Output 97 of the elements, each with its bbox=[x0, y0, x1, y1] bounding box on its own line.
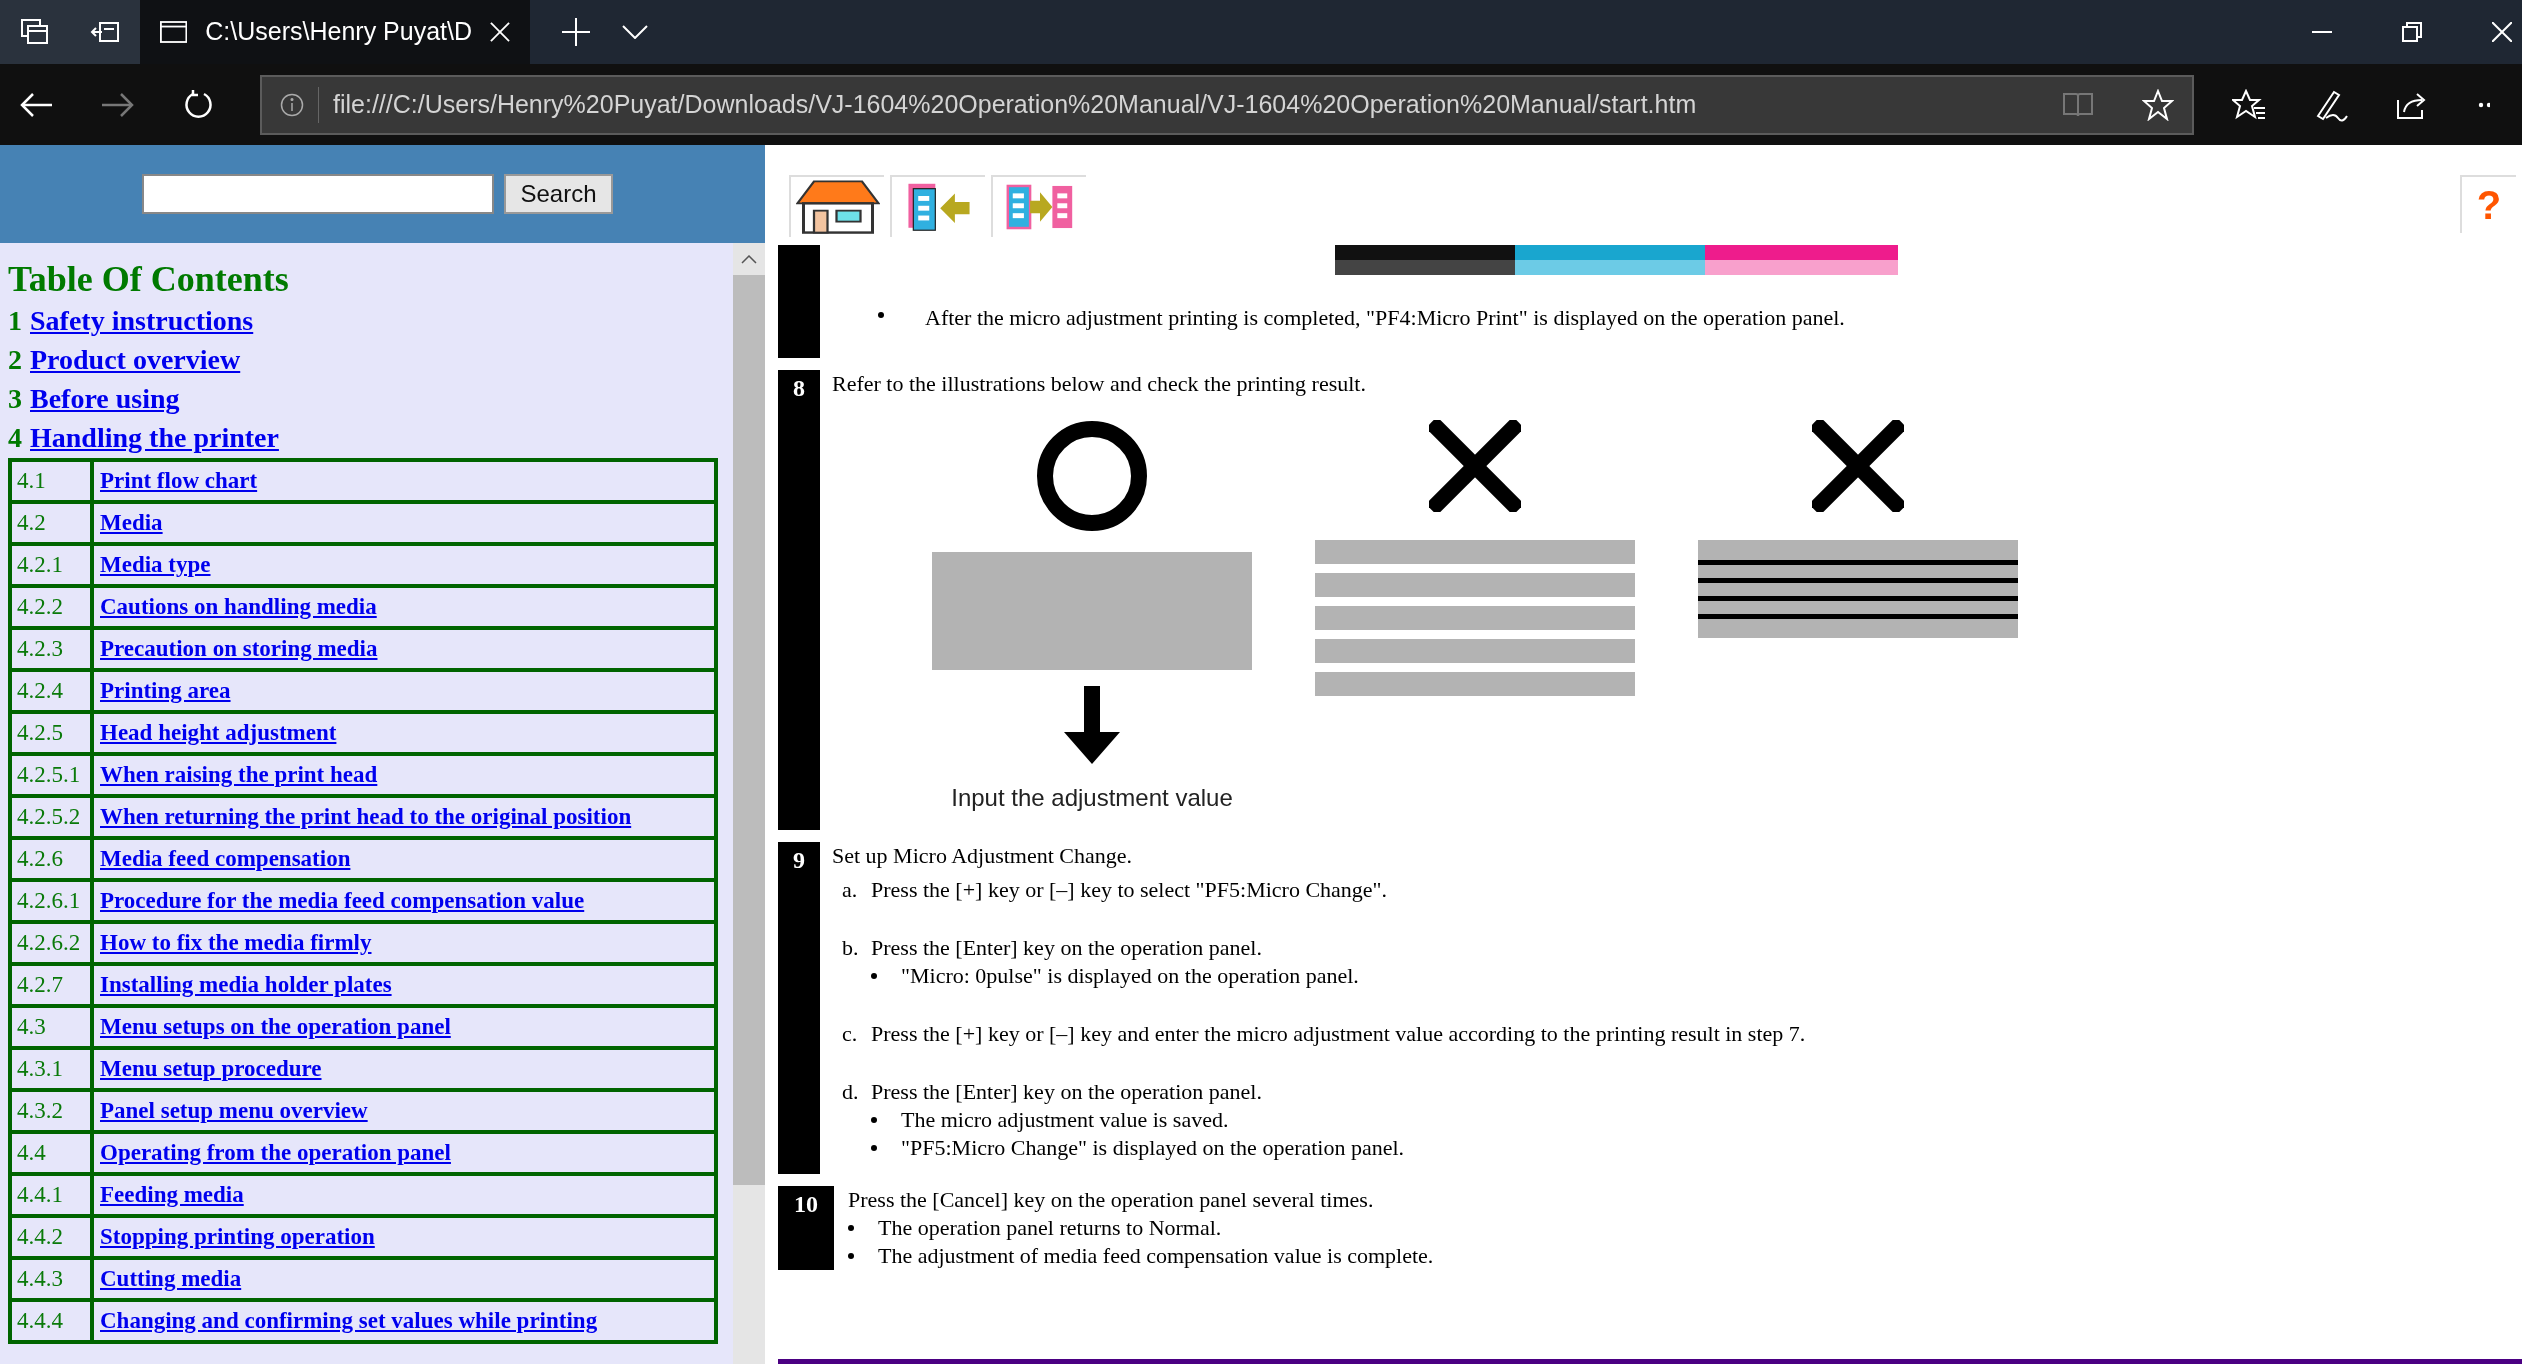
tab-title: C:\Users\Henry Puyat\D bbox=[205, 16, 472, 48]
scrollbar[interactable] bbox=[733, 243, 765, 1364]
more-icon[interactable] bbox=[2478, 101, 2490, 108]
refresh-icon[interactable] bbox=[184, 89, 214, 120]
toc-heading: Table Of Contents bbox=[8, 258, 290, 301]
new-tab-icon[interactable] bbox=[562, 18, 590, 46]
section-number: 4.2.6.1 bbox=[17, 888, 81, 913]
section-number: 4.2.1 bbox=[17, 552, 63, 577]
toc-link[interactable]: Cutting media bbox=[100, 1266, 242, 1291]
toc-link[interactable]: Feeding media bbox=[100, 1182, 244, 1207]
substep-text: Press the [Enter] key on the operation panel. bbox=[871, 934, 1262, 962]
circle-mark-icon bbox=[1036, 420, 1148, 532]
toc-link[interactable]: Safety instructions bbox=[30, 301, 254, 340]
substep-text: Press the [Enter] key on the operation panel. bbox=[871, 1078, 1262, 1106]
illustration-caption: Input the adjustment value bbox=[951, 783, 1233, 813]
toc-link[interactable]: Media bbox=[100, 510, 163, 535]
section-number: 4.4.4 bbox=[17, 1308, 63, 1333]
house-icon bbox=[795, 179, 880, 235]
bullet-text: "Micro: 0pulse" is displayed on the operation panel. bbox=[901, 962, 1359, 990]
bullet-icon bbox=[871, 973, 877, 979]
chapter-number: 4 bbox=[8, 421, 22, 455]
step-note: After the micro adjustment printing is completed, "PF4:Micro Print" is displayed on the operation panel. bbox=[925, 304, 1845, 332]
toc-link[interactable]: Printing area bbox=[100, 678, 231, 703]
section-number: 4.4.1 bbox=[17, 1182, 63, 1207]
section-number: 4.2.5.1 bbox=[17, 762, 81, 787]
bullet-icon bbox=[871, 1117, 877, 1123]
chapter-number: 1 bbox=[8, 304, 22, 338]
step-number: 9 bbox=[793, 846, 805, 875]
toc-link[interactable]: Print flow chart bbox=[100, 468, 258, 493]
chevron-down-icon[interactable] bbox=[622, 25, 648, 39]
substep-text: Press the [+] key or [–] key and enter the micro adjustment value according to the printing result in step 7. bbox=[871, 1020, 1806, 1048]
scrollbar-thumb[interactable] bbox=[733, 275, 765, 1185]
set-aside-tabs-icon[interactable] bbox=[90, 20, 120, 44]
bullet-icon bbox=[848, 1253, 854, 1259]
step-number: 10 bbox=[794, 1190, 818, 1219]
reading-view-icon[interactable] bbox=[2062, 91, 2094, 118]
section-number: 4.2.6 bbox=[17, 846, 63, 871]
bullet-text: The operation panel returns to Normal. bbox=[878, 1214, 1222, 1242]
page-icon bbox=[160, 20, 188, 44]
list-letter: c. bbox=[842, 1020, 859, 1048]
chapter-number: 3 bbox=[8, 382, 22, 416]
section-number: 4.1 bbox=[17, 468, 46, 493]
bullet-text: The micro adjustment value is saved. bbox=[901, 1106, 1229, 1134]
list-letter: b. bbox=[842, 934, 860, 962]
section-number: 4.2 bbox=[17, 510, 46, 535]
search-button[interactable]: Search bbox=[504, 174, 613, 214]
bullet-icon bbox=[848, 1225, 854, 1231]
toc-link[interactable]: Media type bbox=[100, 552, 211, 577]
section-number: 4.2.4 bbox=[17, 678, 63, 703]
browser-tab[interactable]: C:\Users\Henry Puyat\D bbox=[140, 0, 530, 64]
section-number: 4.2.6.2 bbox=[17, 930, 81, 955]
step-text: Refer to the illustrations below and check the printing result. bbox=[832, 370, 1367, 398]
bullet-icon bbox=[871, 1145, 877, 1151]
bullet-icon bbox=[878, 312, 884, 318]
favorites-icon[interactable] bbox=[2232, 88, 2266, 121]
bullet-text: "PF5:Micro Change" is displayed on the operation panel. bbox=[901, 1134, 1405, 1162]
toc-link[interactable]: Before using bbox=[30, 379, 180, 418]
section-number: 4.4 bbox=[17, 1140, 46, 1165]
info-icon bbox=[280, 92, 304, 117]
list-letter: d. bbox=[842, 1078, 860, 1106]
previous-page-button[interactable] bbox=[890, 175, 985, 237]
section-number: 4.2.5.2 bbox=[17, 804, 81, 829]
list-letter: a. bbox=[842, 876, 859, 904]
tab-manager-icon[interactable] bbox=[21, 19, 49, 45]
toc-link[interactable]: Product overview bbox=[30, 340, 241, 379]
section-number: 4.3.1 bbox=[17, 1056, 63, 1081]
toc-link[interactable]: Handling the printer bbox=[30, 418, 279, 457]
next-page-button[interactable] bbox=[991, 175, 1086, 237]
section-number: 4.2.5 bbox=[17, 720, 63, 745]
substep-text: Press the [+] key or [–] key to select "PF5:Micro Change". bbox=[871, 876, 1388, 904]
section-number: 4.2.7 bbox=[17, 972, 63, 997]
chapter-number: 2 bbox=[8, 343, 22, 377]
cross-mark-icon bbox=[1429, 420, 1521, 512]
search-field[interactable] bbox=[142, 174, 495, 214]
back-arrow-icon[interactable] bbox=[20, 91, 52, 118]
url-text: file:///C:/Users/Henry%20Puyat/Downloads/VJ-1604%20Operation%20Manual/VJ-1604%20Operation%20Manual/start.htm bbox=[333, 88, 1697, 120]
step-number: 8 bbox=[793, 374, 805, 403]
step-text: Set up Micro Adjustment Change. bbox=[832, 842, 1134, 870]
section-number: 4.4.3 bbox=[17, 1266, 63, 1291]
section-number: 4.3.2 bbox=[17, 1098, 63, 1123]
page-left-arrow-icon bbox=[905, 181, 972, 233]
section-number: 4.2.3 bbox=[17, 636, 63, 661]
close-icon[interactable] bbox=[490, 21, 510, 43]
section-number: 4.2.2 bbox=[17, 594, 63, 619]
section-number: 4.3 bbox=[17, 1014, 46, 1039]
star-icon[interactable] bbox=[2142, 88, 2174, 121]
down-arrow-icon bbox=[1064, 686, 1120, 764]
restore-icon[interactable] bbox=[2402, 22, 2422, 42]
step-text: Press the [Cancel] key on the operation panel several times. bbox=[848, 1186, 1375, 1214]
bullet-text: The adjustment of media feed compensation value is complete. bbox=[878, 1242, 1434, 1270]
scroll-up-icon[interactable] bbox=[741, 254, 757, 264]
home-button[interactable] bbox=[789, 175, 884, 237]
close-icon[interactable] bbox=[2492, 22, 2512, 42]
section-number: 4.4.2 bbox=[17, 1224, 63, 1249]
cross-mark-icon bbox=[1812, 420, 1904, 512]
forward-arrow-icon[interactable] bbox=[102, 91, 134, 118]
address-bar[interactable]: file:///C:/Users/Henry%20Puyat/Downloads/VJ-1604%20Operation%20Manual/VJ-1604%20Operation%20Manual/start.htm bbox=[260, 74, 2194, 135]
